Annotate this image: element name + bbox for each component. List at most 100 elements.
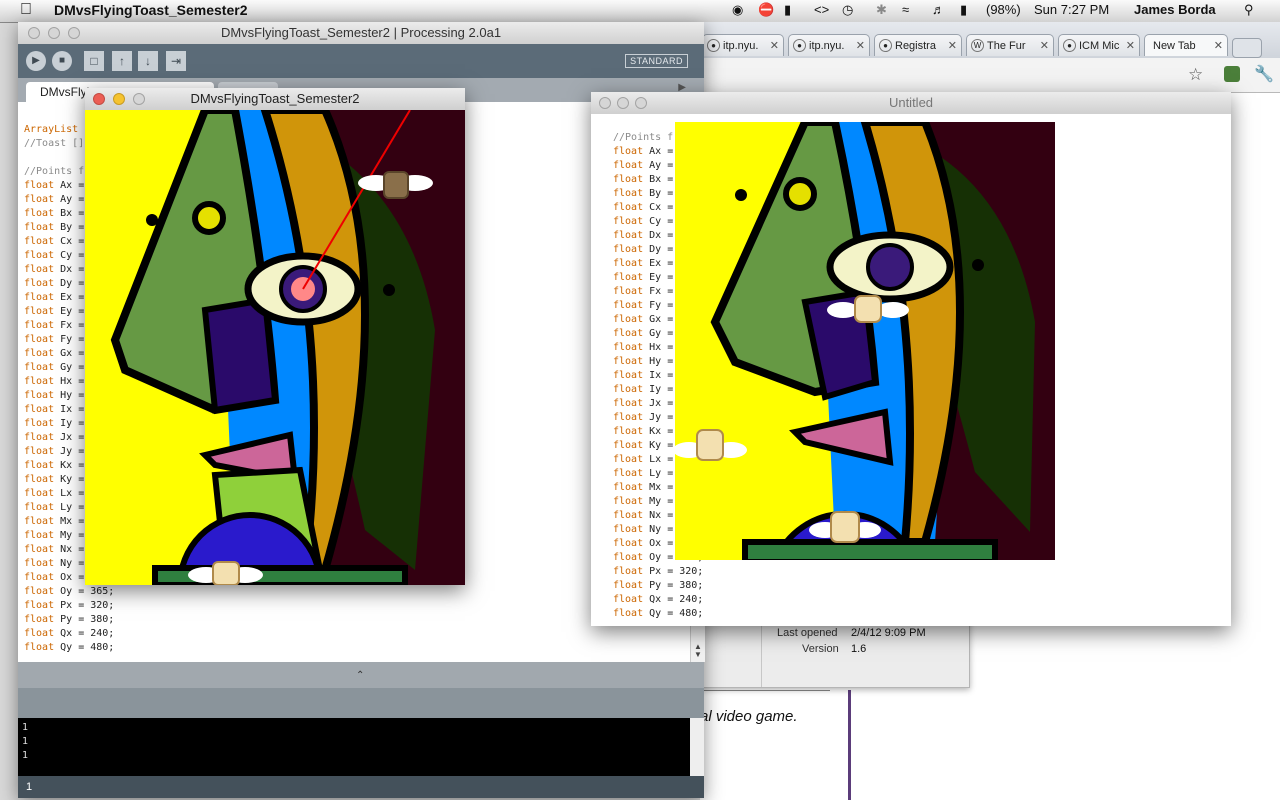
- code-text: Py = 380;: [54, 614, 115, 625]
- browser-tab[interactable]: W The Fur ✕: [966, 34, 1054, 56]
- code-keyword: float: [24, 348, 55, 359]
- minimize-window-button[interactable]: [48, 27, 60, 39]
- menu-clock[interactable]: Sun 7:27 PM: [1034, 2, 1109, 17]
- editor-console-divider[interactable]: ⌃: [18, 662, 704, 688]
- code-line: float By =: [24, 222, 84, 233]
- code-line: float Ly =: [24, 502, 84, 513]
- bookmark-star-icon[interactable]: ☆: [1188, 65, 1203, 85]
- zoom-window-button[interactable]: [635, 97, 647, 109]
- open-sketch-button[interactable]: ↑: [112, 51, 132, 71]
- code-line: //Points f: [24, 166, 84, 177]
- battery-percent[interactable]: (98%): [986, 2, 1021, 17]
- sketch-title-bar[interactable]: DMvsFlyingToast_Semester2: [85, 88, 465, 111]
- sketch-canvas-b[interactable]: [675, 122, 1055, 560]
- code-line: float Px = 320;: [24, 600, 114, 611]
- zoom-window-button[interactable]: [133, 93, 145, 105]
- code-text: Gy =: [54, 362, 85, 373]
- editor-title-bar[interactable]: DMvsFlyingToast_Semester2 | Processing 2…: [18, 22, 704, 45]
- scroll-down-icon[interactable]: ▼: [694, 650, 702, 659]
- bluetooth-icon[interactable]: ✱: [876, 2, 887, 18]
- browser-tab[interactable]: ● itp.nyu. ✕: [788, 34, 870, 56]
- stop-button[interactable]: ■: [52, 51, 72, 71]
- code-keyword: float: [613, 342, 644, 353]
- code-keyword: float: [613, 160, 644, 171]
- console-scrollbar[interactable]: [690, 718, 704, 776]
- code-keyword: float: [24, 502, 55, 513]
- spotlight-search-icon[interactable]: ⚲: [1244, 2, 1254, 18]
- code-text: Bx =: [54, 208, 85, 219]
- flying-toast[interactable]: [830, 511, 860, 543]
- code-text: Ky =: [54, 474, 85, 485]
- time-machine-icon[interactable]: ◷: [842, 2, 853, 18]
- browser-tab-active[interactable]: New Tab ✕: [1144, 34, 1228, 56]
- divider-grip-icon[interactable]: ⌃: [356, 670, 364, 681]
- code-line: float Gy =: [613, 328, 673, 339]
- code-text: Mx =: [54, 516, 85, 527]
- close-tab-icon[interactable]: ✕: [1040, 35, 1049, 56]
- code-icon[interactable]: <>: [814, 2, 829, 17]
- evernote-extension-icon[interactable]: [1224, 66, 1240, 82]
- close-tab-icon[interactable]: ✕: [1126, 35, 1135, 56]
- volume-icon[interactable]: ♬: [932, 2, 945, 17]
- menu-user[interactable]: James Borda: [1134, 2, 1216, 17]
- minimize-window-button[interactable]: [617, 97, 629, 109]
- minimize-window-button[interactable]: [113, 93, 125, 105]
- code-text: Ix =: [54, 404, 85, 415]
- close-window-button[interactable]: [599, 97, 611, 109]
- flying-toast[interactable]: [696, 429, 724, 461]
- code-text: //Toast []: [24, 138, 85, 149]
- code-line: float Jx =: [24, 432, 84, 443]
- close-tab-icon[interactable]: ✕: [948, 35, 957, 56]
- small-eye: [783, 177, 817, 211]
- code-line: ArrayList: [24, 124, 78, 135]
- close-tab-icon[interactable]: ✕: [856, 35, 865, 56]
- flying-toast[interactable]: [212, 561, 240, 585]
- code-text: Jx =: [643, 398, 674, 409]
- flying-toast[interactable]: [854, 295, 882, 323]
- battery-icon[interactable]: ▮: [960, 2, 967, 18]
- code-line: float Qy = 480;: [613, 608, 703, 619]
- close-window-button[interactable]: [93, 93, 105, 105]
- battery-gauge-icon[interactable]: ▮: [784, 2, 791, 18]
- evernote-icon[interactable]: ◉: [732, 2, 743, 18]
- code-text: Ax =: [54, 180, 85, 191]
- code-keyword: float: [24, 586, 55, 597]
- browser-tab[interactable]: ● Registra ✕: [874, 34, 962, 56]
- sketch-canvas-a[interactable]: [85, 110, 465, 585]
- browser-tab[interactable]: ● ICM Mic ✕: [1058, 34, 1140, 56]
- code-line: float Gx =: [24, 348, 84, 359]
- browser-tab[interactable]: ● itp.nyu. ✕: [702, 34, 784, 56]
- mode-selector[interactable]: STANDARD: [625, 54, 688, 68]
- run-button[interactable]: ▶: [26, 51, 46, 71]
- close-tab-icon[interactable]: ✕: [770, 35, 779, 56]
- untitled-title-bar[interactable]: Untitled: [591, 92, 1231, 115]
- code-line: float Px = 320;: [613, 566, 703, 577]
- code-keyword: float: [24, 474, 55, 485]
- new-sketch-button[interactable]: □: [84, 51, 104, 71]
- code-line: float Ny =: [613, 524, 673, 535]
- new-tab-button[interactable]: [1232, 38, 1262, 58]
- save-sketch-button[interactable]: ↓: [138, 51, 158, 71]
- code-keyword: float: [613, 426, 644, 437]
- code-text: Ly =: [643, 468, 674, 479]
- export-button[interactable]: ⇥: [166, 51, 186, 71]
- console-output[interactable]: 1 1 1: [18, 718, 690, 776]
- close-tab-icon[interactable]: ✕: [1214, 35, 1223, 56]
- close-window-button[interactable]: [28, 27, 40, 39]
- code-line: float Gy =: [24, 362, 84, 373]
- wifi-icon[interactable]: ≈: [902, 2, 909, 17]
- code-text: Oy = 365;: [54, 586, 115, 597]
- apple-menu-icon[interactable]: : [20, 1, 32, 19]
- console-line: 1: [22, 750, 29, 761]
- blocked-sync-icon[interactable]: ⛔: [758, 2, 774, 18]
- wrench-icon[interactable]: 🔧: [1254, 64, 1274, 84]
- code-keyword: float: [24, 264, 55, 275]
- code-line: float Jx =: [613, 398, 673, 409]
- zoom-window-button[interactable]: [68, 27, 80, 39]
- code-keyword: float: [24, 628, 55, 639]
- code-keyword: float: [24, 558, 55, 569]
- menu-app-name[interactable]: DMvsFlyingToast_Semester2: [54, 2, 247, 18]
- flying-toast[interactable]: [383, 171, 409, 199]
- code-keyword: float: [24, 572, 55, 583]
- code-text: Ly =: [54, 502, 85, 513]
